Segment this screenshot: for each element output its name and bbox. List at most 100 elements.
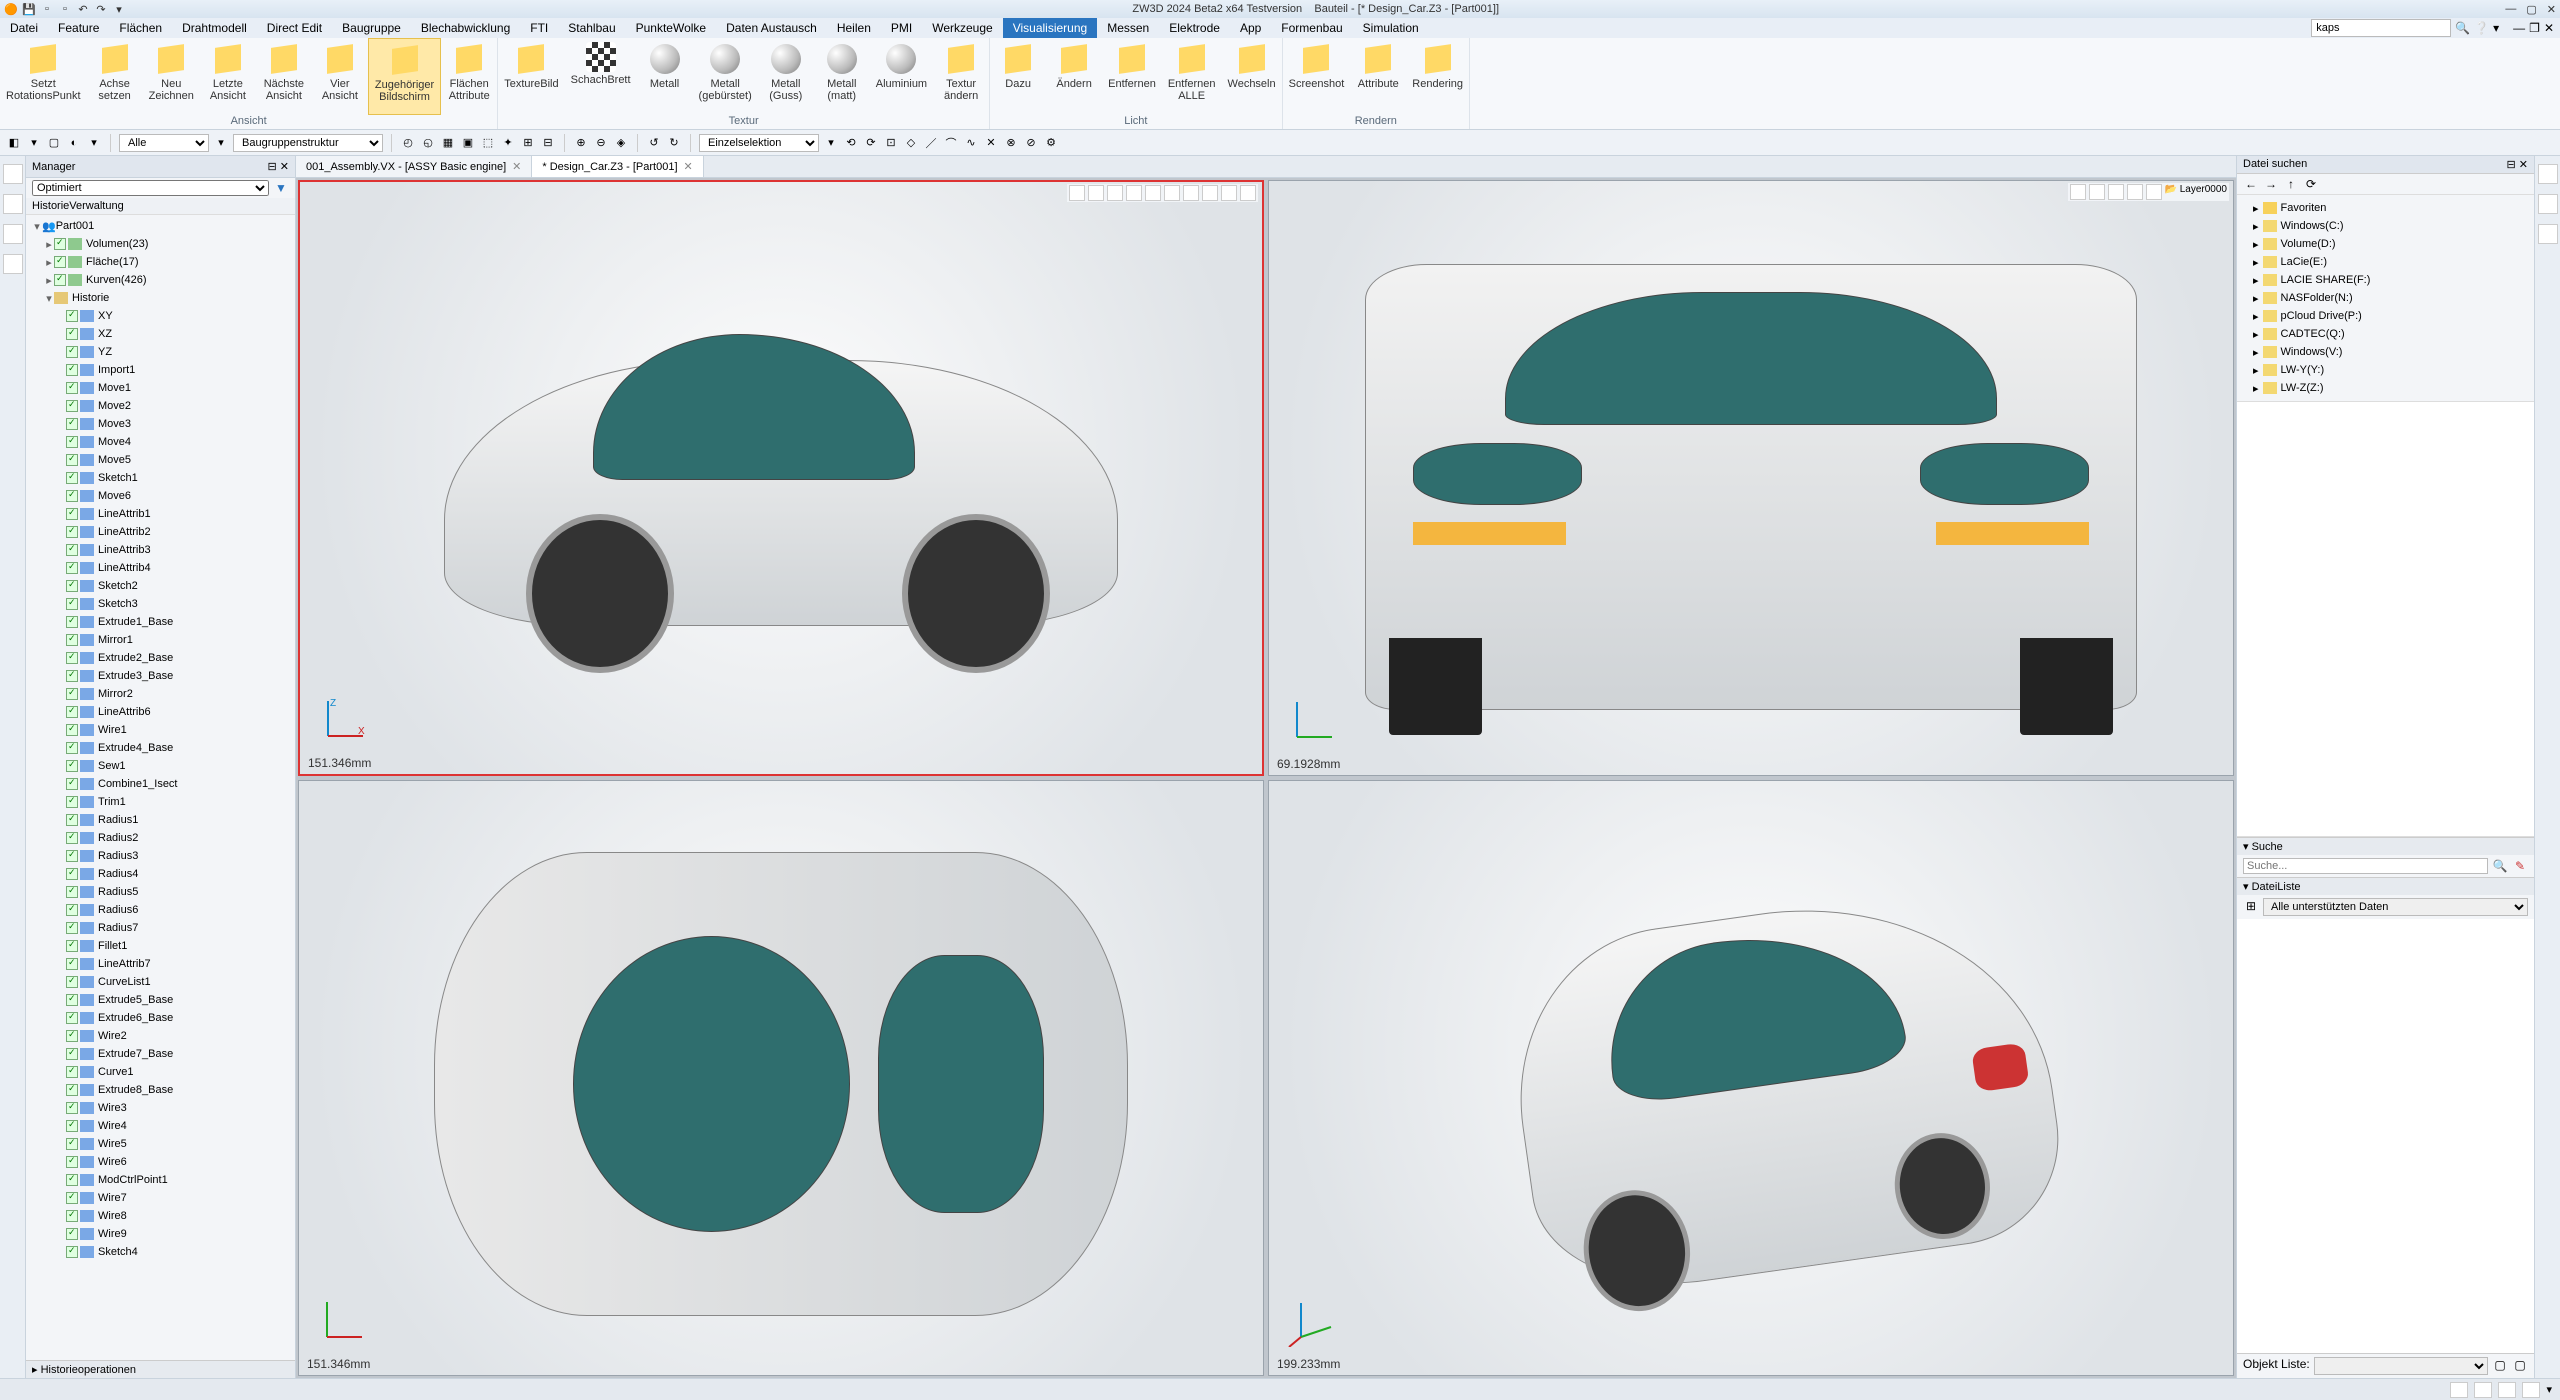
- search-input[interactable]: [2243, 858, 2488, 874]
- rail-icon[interactable]: [2538, 194, 2558, 214]
- tb-icon[interactable]: ✦: [500, 135, 516, 151]
- tree-node[interactable]: Wire6: [26, 1153, 295, 1171]
- status-more-icon[interactable]: ▾: [2546, 1383, 2552, 1396]
- save-icon[interactable]: 💾: [22, 2, 36, 16]
- tb-icon[interactable]: ⊗: [1003, 135, 1019, 151]
- ribbon-render-button[interactable]: Rendering: [1406, 38, 1469, 115]
- status-icon[interactable]: [2450, 1382, 2468, 1398]
- drive-node[interactable]: ▸ Windows(V:): [2243, 343, 2528, 361]
- ribbon-sphere-button[interactable]: Metall (Guss): [758, 38, 814, 115]
- ribbon-lightadd-button[interactable]: Dazu: [990, 38, 1046, 115]
- tree-node[interactable]: LineAttrib3: [26, 541, 295, 559]
- tree-node[interactable]: Radius4: [26, 865, 295, 883]
- tb-icon[interactable]: ◐: [66, 135, 82, 151]
- drive-node[interactable]: ▸ LW-Y(Y:): [2243, 361, 2528, 379]
- chevron-down-icon[interactable]: ▾: [2493, 21, 2499, 35]
- document-tab[interactable]: * Design_Car.Z3 - [Part001]✕: [532, 156, 703, 177]
- search-icon[interactable]: 🔍: [2455, 21, 2470, 35]
- tree-node[interactable]: Extrude6_Base: [26, 1009, 295, 1027]
- vp-icon[interactable]: [1202, 185, 1218, 201]
- tb-icon[interactable]: ▾: [86, 135, 102, 151]
- status-icon[interactable]: [2522, 1382, 2540, 1398]
- vp-icon[interactable]: [1107, 185, 1123, 201]
- tb-icon[interactable]: ▢: [46, 135, 62, 151]
- close-tab-icon[interactable]: ✕: [512, 160, 521, 173]
- tree-node[interactable]: Curve1: [26, 1063, 295, 1081]
- vp-icon[interactable]: [1221, 185, 1237, 201]
- tree-node[interactable]: Extrude7_Base: [26, 1045, 295, 1063]
- menu-heilen[interactable]: Heilen: [827, 18, 881, 38]
- viewport-top-right[interactable]: 📂 Layer0000 69: [1268, 180, 2234, 776]
- search-icon[interactable]: 🔍: [2492, 858, 2508, 874]
- tree-node[interactable]: XZ: [26, 325, 295, 343]
- ribbon-checker-button[interactable]: SchachBrett: [565, 38, 637, 115]
- tree-node[interactable]: Sketch2: [26, 577, 295, 595]
- tb-icon[interactable]: ▾: [823, 135, 839, 151]
- tree-node[interactable]: Mirror2: [26, 685, 295, 703]
- tree-node[interactable]: Wire5: [26, 1135, 295, 1153]
- rail-icon[interactable]: [3, 164, 23, 184]
- tb-icon[interactable]: ⟲: [843, 135, 859, 151]
- tb-icon[interactable]: ⬚: [480, 135, 496, 151]
- viewport-bottom-right[interactable]: 199.233mm: [1268, 780, 2234, 1376]
- ribbon-shot-button[interactable]: Screenshot: [1283, 38, 1351, 115]
- tb-icon[interactable]: ▾: [26, 135, 42, 151]
- tree-node[interactable]: Mirror1: [26, 631, 295, 649]
- favorites-node[interactable]: ▸ Favoriten: [2243, 199, 2528, 217]
- tb-icon[interactable]: ⊟: [540, 135, 556, 151]
- tb-icon[interactable]: ⊖: [593, 135, 609, 151]
- filelist-section-header[interactable]: ▾ DateiListe: [2237, 877, 2534, 895]
- obj-icon[interactable]: ▢: [2512, 1357, 2528, 1373]
- status-icon[interactable]: [2498, 1382, 2516, 1398]
- nav-back-icon[interactable]: ←: [2243, 176, 2259, 192]
- manager-filter-combo[interactable]: Optimiert: [32, 180, 269, 196]
- ribbon-sphere-button[interactable]: Aluminium: [870, 38, 933, 115]
- minimize-icon[interactable]: —: [2505, 3, 2516, 16]
- tree-node[interactable]: Radius1: [26, 811, 295, 829]
- tb-icon[interactable]: ◧: [6, 135, 22, 151]
- menu-daten austausch[interactable]: Daten Austausch: [716, 18, 827, 38]
- tree-node[interactable]: Sketch3: [26, 595, 295, 613]
- obj-icon[interactable]: ▢: [2492, 1357, 2508, 1373]
- tree-node[interactable]: ▸Volumen(23): [26, 235, 295, 253]
- menu-stahlbau[interactable]: Stahlbau: [558, 18, 625, 38]
- vp-icon[interactable]: [2108, 184, 2124, 200]
- viewport-bottom-left[interactable]: 151.346mm: [298, 780, 1264, 1376]
- tree-node[interactable]: Move3: [26, 415, 295, 433]
- tree-node[interactable]: LineAttrib2: [26, 523, 295, 541]
- tb-icon[interactable]: ▣: [460, 135, 476, 151]
- clear-icon[interactable]: ✎: [2512, 858, 2528, 874]
- app-icon[interactable]: 🟠: [4, 2, 18, 16]
- tree-node[interactable]: Radius3: [26, 847, 295, 865]
- manager-collapse-icon[interactable]: ⊟ ✕: [268, 160, 290, 173]
- ribbon-redraw-button[interactable]: Neu Zeichnen: [143, 38, 200, 115]
- ribbon-sphere-button[interactable]: Metall (matt): [814, 38, 870, 115]
- tree-node[interactable]: Extrude5_Base: [26, 991, 295, 1009]
- undo-icon[interactable]: ↶: [76, 2, 90, 16]
- ribbon-sphere-button[interactable]: Metall (gebürstet): [693, 38, 758, 115]
- tree-node[interactable]: Combine1_Isect: [26, 775, 295, 793]
- view-icon[interactable]: ⊞: [2243, 898, 2259, 914]
- maximize-icon[interactable]: ▢: [2526, 3, 2536, 16]
- ribbon-lightedit-button[interactable]: Ändern: [1046, 38, 1102, 115]
- ribbon-rotpoint-button[interactable]: Setzt RotationsPunkt: [0, 38, 87, 115]
- tree-node[interactable]: Radius6: [26, 901, 295, 919]
- selection-mode-combo[interactable]: Einzelselektion: [699, 134, 819, 152]
- tb-icon[interactable]: ⚙: [1043, 135, 1059, 151]
- tb-icon[interactable]: ⊕: [573, 135, 589, 151]
- nav-fwd-icon[interactable]: →: [2263, 176, 2279, 192]
- tree-node[interactable]: Move4: [26, 433, 295, 451]
- drive-node[interactable]: ▸ NASFolder(N:): [2243, 289, 2528, 307]
- menu-datei[interactable]: Datei: [0, 18, 48, 38]
- tb-icon[interactable]: ∿: [963, 135, 979, 151]
- tb-icon[interactable]: ⊡: [883, 135, 899, 151]
- ribbon-faceattr-button[interactable]: Flächen Attribute: [441, 38, 497, 115]
- ribbon-teximg-button[interactable]: TextureBild: [498, 38, 564, 115]
- tree-node[interactable]: Radius2: [26, 829, 295, 847]
- vp-layer-label[interactable]: 📂 Layer0000: [2165, 184, 2228, 200]
- ribbon-fwd-button[interactable]: Nächste Ansicht: [256, 38, 312, 115]
- tree-node[interactable]: Sketch4: [26, 1243, 295, 1261]
- tb-icon[interactable]: ◵: [420, 135, 436, 151]
- vp-icon[interactable]: [1240, 185, 1256, 201]
- tree-node[interactable]: CurveList1: [26, 973, 295, 991]
